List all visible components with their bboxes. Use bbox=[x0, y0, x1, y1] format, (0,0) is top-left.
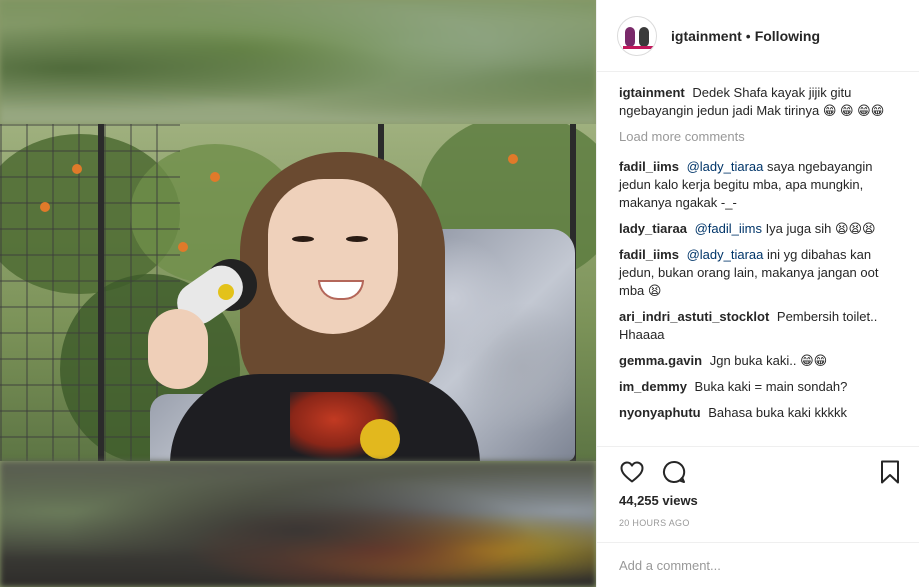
instagram-post: igtainment • Following igtainment Dedek … bbox=[0, 0, 919, 587]
post-video[interactable] bbox=[0, 0, 596, 587]
post-timestamp[interactable]: 20 HOURS AGO bbox=[619, 518, 903, 528]
avatar-figure bbox=[639, 26, 649, 47]
header-username[interactable]: igtainment bbox=[671, 28, 742, 44]
comment-mention[interactable]: @fadil_iims bbox=[695, 221, 762, 236]
comment-author[interactable]: nyonyaphutu bbox=[619, 405, 701, 420]
shirt-print-yellow bbox=[360, 419, 400, 459]
flower bbox=[72, 164, 82, 174]
comment-item: nyonyaphutu Bahasa buka kaki kkkkk bbox=[619, 404, 903, 422]
avatar-base bbox=[623, 45, 653, 49]
comment-author[interactable]: lady_tiaraa bbox=[619, 221, 687, 236]
video-blur-background-top bbox=[0, 0, 596, 124]
comment-icon[interactable] bbox=[661, 459, 687, 485]
video-blur-background-bottom bbox=[0, 461, 596, 587]
comment-emoji: 😫😫😫 bbox=[834, 221, 876, 236]
flower bbox=[210, 172, 220, 182]
comment-item: gemma.gavin Jgn buka kaki.. 😁😁 bbox=[619, 352, 903, 370]
comment-emoji: 😫 bbox=[647, 283, 662, 298]
header-separator: • bbox=[745, 27, 751, 44]
comment-text: Iya juga sih bbox=[761, 221, 832, 236]
comment-text: Jgn buka kaki.. bbox=[709, 353, 797, 368]
action-row bbox=[619, 457, 903, 487]
caption-emoji: 😁 😁 😁😁 bbox=[822, 103, 885, 118]
heart-icon[interactable] bbox=[619, 459, 645, 485]
person-face bbox=[268, 179, 398, 334]
video-frame[interactable] bbox=[0, 124, 596, 461]
post-header: igtainment • Following bbox=[597, 0, 919, 72]
comment-text: Buka kaki = main sondah? bbox=[694, 379, 848, 394]
caption: igtainment Dedek Shafa kayak jijik gitu … bbox=[619, 84, 903, 120]
post-actions: 44,255 views 20 HOURS AGO bbox=[597, 446, 919, 528]
comment-item: ari_indri_astuti_stocklot Pembersih toil… bbox=[619, 308, 903, 344]
avatar-figure bbox=[625, 26, 635, 47]
comment-item: fadil_iims @lady_tiaraa saya ngebayangin… bbox=[619, 158, 903, 212]
caption-author[interactable]: igtainment bbox=[619, 85, 685, 100]
comment-emoji: 😁😁 bbox=[800, 353, 828, 368]
comment-item: lady_tiaraa @fadil_iims Iya juga sih 😫😫😫 bbox=[619, 220, 903, 238]
avatar[interactable] bbox=[617, 15, 657, 56]
comment-author[interactable]: im_demmy bbox=[619, 379, 687, 394]
comment-author[interactable]: fadil_iims bbox=[619, 247, 679, 262]
comment-author[interactable]: gemma.gavin bbox=[619, 353, 702, 368]
add-comment-input[interactable] bbox=[619, 557, 903, 573]
flower bbox=[40, 202, 50, 212]
flower bbox=[508, 154, 518, 164]
microphone-badge bbox=[218, 284, 234, 300]
comment-item: im_demmy Buka kaki = main sondah? bbox=[619, 378, 903, 396]
comment-mention[interactable]: @lady_tiaraa bbox=[687, 159, 764, 174]
view-count[interactable]: 44,255 views bbox=[619, 493, 903, 508]
comment-text: Bahasa buka kaki kkkkk bbox=[708, 405, 847, 420]
person-eye bbox=[292, 236, 314, 242]
person-hand bbox=[148, 309, 208, 389]
bookmark-icon[interactable] bbox=[877, 459, 903, 485]
person-eye bbox=[346, 236, 368, 242]
flower bbox=[178, 242, 188, 252]
window-post bbox=[98, 124, 104, 461]
comment-author[interactable]: fadil_iims bbox=[619, 159, 679, 174]
comment-mention[interactable]: @lady_tiaraa bbox=[687, 247, 764, 262]
following-button[interactable]: Following bbox=[755, 28, 820, 44]
comment-author[interactable]: ari_indri_astuti_stocklot bbox=[619, 309, 769, 324]
post-sidebar: igtainment • Following igtainment Dedek … bbox=[596, 0, 919, 587]
comment-item: fadil_iims @lady_tiaraa ini yg dibahas k… bbox=[619, 246, 903, 300]
add-comment-bar bbox=[597, 542, 919, 587]
load-more-comments-button[interactable]: Load more comments bbox=[619, 128, 903, 146]
comments-list: igtainment Dedek Shafa kayak jijik gitu … bbox=[597, 72, 919, 446]
